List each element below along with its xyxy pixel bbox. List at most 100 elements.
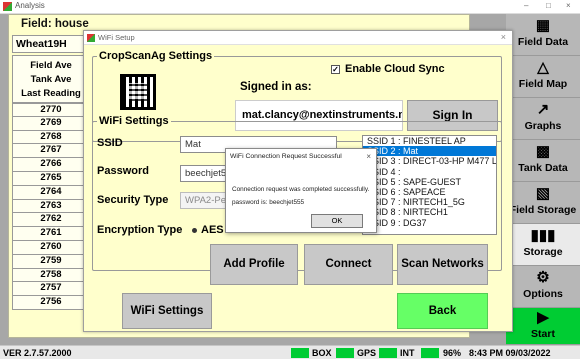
field-ave-label: Field Ave (30, 60, 72, 71)
bins-icon: ▮▮▮ (530, 227, 556, 244)
load-row[interactable]: 2766 (12, 158, 90, 172)
int-indicator (379, 348, 397, 358)
sidebar-item-label: Options (523, 288, 563, 300)
tank-ave-label: Tank Ave (30, 74, 72, 85)
close-button[interactable]: × (566, 1, 571, 10)
password-label: Password (97, 165, 149, 177)
sidebar-item-label: Field Data (517, 36, 569, 48)
ssid-list-item[interactable]: SSID 2 : Mat (363, 146, 496, 157)
box-indicator (291, 348, 309, 358)
sidebar-item-label: Graphs (524, 120, 562, 132)
add-profile-button[interactable]: Add Profile (210, 244, 298, 285)
qr-code-icon (120, 74, 156, 110)
wifi-dialog-close-button[interactable]: × (501, 32, 506, 42)
ok-button[interactable]: OK (311, 214, 363, 228)
load-row[interactable]: 2762 (12, 213, 90, 228)
sidebar-item-options[interactable]: ⚙ Options (506, 266, 580, 308)
connection-password-line: password is: beechjet555 (232, 199, 305, 206)
ssid-list[interactable]: SSID 1 : FINESTEEL AP SSID 2 : Mat SSID 3 … (362, 135, 497, 235)
cloud-sync-checkbox[interactable]: ✓ Enable Cloud Sync (331, 63, 445, 75)
load-row[interactable]: 2759 (12, 254, 90, 269)
wifi-dialog-title: WiFi Setup (98, 33, 135, 42)
load-row[interactable]: 2758 (12, 268, 90, 283)
checkbox-icon: ✓ (331, 64, 340, 74)
aes-label: AES (201, 224, 224, 236)
radio-dot-icon (192, 227, 197, 233)
gps-indicator (336, 348, 354, 358)
grid-icon: ▦ (535, 17, 551, 34)
chart-icon: ↗ (536, 101, 550, 118)
sidebar-item-label: Field Storage (509, 204, 577, 216)
minimize-button[interactable]: – (524, 1, 528, 10)
load-row[interactable]: 2769 (12, 116, 90, 131)
sidebar-item-tank-data[interactable]: ▩ Tank Data (506, 140, 580, 182)
scan-networks-button[interactable]: Scan Networks (397, 244, 488, 285)
encryption-type-label: Encryption Type (97, 224, 183, 236)
sidebar-item-graphs[interactable]: ↗ Graphs (506, 98, 580, 140)
connect-button[interactable]: Connect (304, 244, 393, 285)
cropscan-settings-legend: CropScanAg Settings (99, 50, 213, 62)
load-row[interactable]: 2767 (12, 144, 90, 159)
sidebar-item-field-data[interactable]: ▦ Field Data (506, 14, 580, 56)
connection-dialog-close-button[interactable]: × (366, 152, 371, 161)
wifi-settings-button[interactable]: WiFi Settings (122, 293, 212, 329)
load-row[interactable]: 2761 (12, 227, 90, 241)
aes-radio[interactable]: AES (192, 224, 224, 236)
ssid-label: SSID (97, 137, 123, 149)
load-row[interactable]: 2765 (12, 171, 90, 186)
status-bar: VER 2.7.57.2000 BOX GPS INT 96% 8:43 PM … (0, 345, 580, 359)
battery-label: 96% (443, 348, 462, 358)
field-label: Field: house (21, 18, 89, 30)
sidebar-item-field-storage[interactable]: ▧ Field Storage (506, 182, 580, 224)
gps-label: GPS (357, 348, 377, 358)
connection-dialog-title: WiFi Connection Request Successful (230, 153, 342, 160)
wifi-settings-legend: WiFi Settings (99, 115, 169, 127)
gear-icon: ⚙ (536, 269, 550, 286)
load-row[interactable]: 2757 (12, 282, 90, 297)
ssid-list-item[interactable]: SSID 7 : NIRTECH1_5G (363, 197, 496, 207)
sidebar-item-label: Tank Data (518, 162, 568, 174)
connection-success-dialog: WiFi Connection Request Successful × Con… (225, 148, 377, 233)
ssid-list-item[interactable]: SSID 9 : DG37 (363, 218, 496, 228)
truck-icon: ▧ (535, 185, 551, 202)
sidebar: ▦ Field Data △ Field Map ↗ Graphs ▩ Tank… (506, 14, 580, 345)
load-row[interactable]: 2768 (12, 130, 90, 145)
int-label: INT (400, 348, 415, 358)
version-label: VER 2.7.57.2000 (3, 348, 72, 358)
sidebar-item-label: Storage (523, 246, 563, 258)
ssid-list-item[interactable]: SSID 8 : NIRTECH1 (363, 207, 496, 217)
summary-labels: Field Ave Tank Ave Last Reading (12, 55, 90, 103)
sidebar-item-storage[interactable]: ▮▮▮ Storage (506, 224, 580, 266)
last-reading-label: Last Reading (21, 88, 81, 99)
ssid-list-item[interactable]: SSID 4 : (363, 167, 496, 177)
crop-tab[interactable]: Wheat19H (12, 35, 90, 53)
load-row[interactable]: 2760 (12, 240, 90, 255)
app-logo-icon (87, 34, 95, 42)
ssid-list-item[interactable]: SSID 5 : SAPE-GUEST (363, 177, 496, 187)
ssid-list-item[interactable]: SSID 3 : DIRECT-03-HP M477 LaserJet (363, 156, 496, 166)
ssid-list-item[interactable]: SSID 6 : SAPEACE (363, 187, 496, 197)
sidebar-item-label: Start (531, 328, 555, 340)
app-titlebar: Analysis – □ × (0, 0, 580, 14)
load-row[interactable]: 2763 (12, 199, 90, 214)
start-button[interactable]: ▶ Start (506, 308, 580, 345)
datetime-label: 8:43 PM 09/03/2022 (469, 348, 551, 358)
load-row[interactable]: 2756 (12, 296, 90, 310)
play-icon: ▶ (537, 309, 549, 326)
map-icon: △ (537, 59, 549, 76)
load-row[interactable]: 2770 (12, 103, 90, 117)
ssid-list-item[interactable]: SSID 1 : FINESTEEL AP (363, 136, 496, 146)
load-row[interactable]: 2764 (12, 185, 90, 200)
maximize-button[interactable]: □ (546, 1, 551, 10)
sidebar-item-field-map[interactable]: △ Field Map (506, 56, 580, 98)
app-title: Analysis (15, 1, 45, 10)
battery-indicator (421, 348, 439, 358)
tractor-icon: ▩ (535, 143, 551, 160)
back-button[interactable]: Back (397, 293, 488, 329)
box-label: BOX (312, 348, 332, 358)
wifi-dialog-titlebar: WiFi Setup × (84, 31, 512, 45)
connection-message: Connection request was completed success… (232, 186, 370, 193)
security-type-label: Security Type (97, 194, 169, 206)
load-list: 2770 2769 2768 2767 2766 2765 2764 2763 2762 2761… (12, 103, 90, 310)
cloud-sync-label: Enable Cloud Sync (345, 63, 445, 75)
